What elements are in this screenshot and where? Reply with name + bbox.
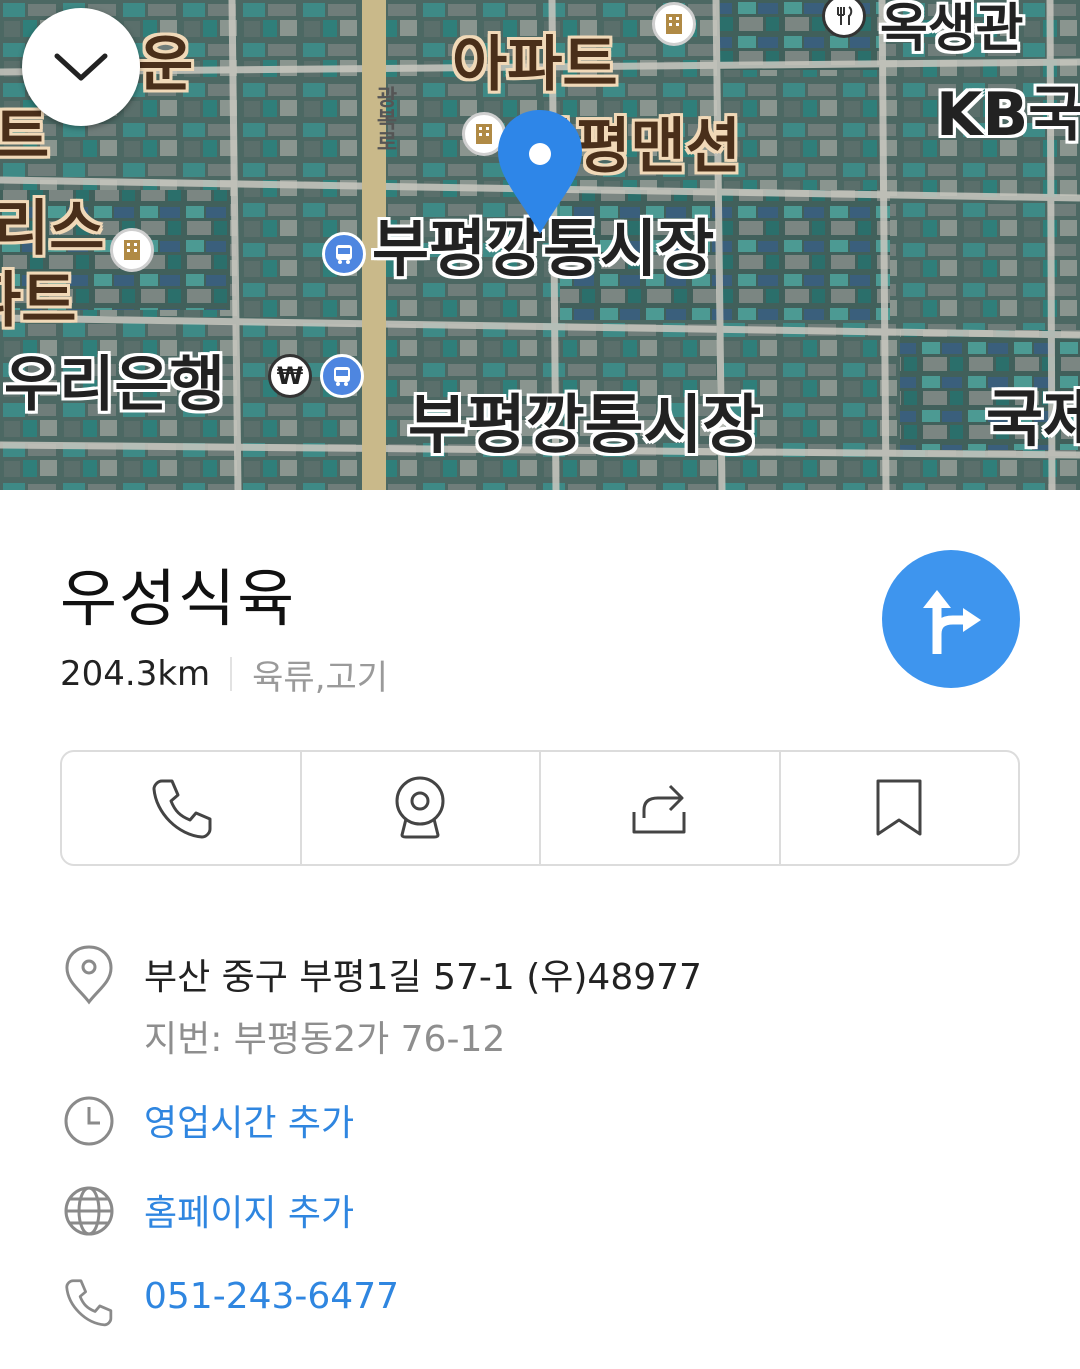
location-pin-outline-icon	[65, 945, 113, 1005]
map-label-apartment[interactable]: 아파트	[452, 16, 618, 103]
distance-text: 204.3km	[60, 654, 211, 694]
location-pin-icon[interactable]	[494, 108, 586, 238]
add-homepage-link[interactable]: 홈페이지 추가	[144, 1184, 354, 1236]
map-label-kb-bank[interactable]: KB국	[936, 66, 1080, 153]
map-label-okseong[interactable]: 옥생관	[880, 0, 1024, 61]
action-bar	[60, 750, 1020, 866]
bus-stop-icon[interactable]	[322, 232, 366, 276]
phone-icon	[65, 1279, 113, 1327]
road-address[interactable]: 부산 중구 부평1길 57-1 (우)48977	[144, 948, 702, 1000]
share-button[interactable]	[541, 752, 781, 864]
phone-number-link[interactable]: 051-243-6477	[144, 1276, 399, 1317]
globe-icon	[64, 1186, 114, 1236]
bookmark-button[interactable]	[781, 752, 1019, 864]
place-meta: 204.3km 육류,고기	[60, 652, 389, 698]
bank-poi-icon[interactable]: ₩	[268, 354, 312, 398]
map-label-woori-bank[interactable]: 우리은행	[4, 336, 225, 423]
roadview-icon	[395, 776, 445, 839]
collapse-button[interactable]	[22, 8, 140, 126]
share-icon	[632, 784, 686, 834]
jibun-address[interactable]: 지번: 부평동2가 76-12	[144, 1010, 505, 1062]
map-label-left-pateu[interactable]: 파트	[0, 252, 76, 339]
map-label-gukje[interactable]: 국제	[986, 368, 1080, 458]
meta-divider	[230, 657, 233, 691]
directions-arrow-icon	[923, 590, 981, 654]
bus-stop-icon[interactable]	[320, 354, 364, 398]
map-road-label: 광복로	[372, 86, 397, 152]
building-poi-icon[interactable]	[652, 2, 696, 46]
add-hours-link[interactable]: 영업시간 추가	[144, 1094, 354, 1146]
building-poi-icon[interactable]	[110, 228, 154, 272]
map-view[interactable]: 아파트 옥생관 KB국 부평맨션 부평깡통시장 우리은행 부평깡통시장 국제 운…	[0, 0, 1080, 490]
chevron-down-icon	[54, 53, 108, 81]
phone-icon	[152, 779, 212, 839]
call-button[interactable]	[62, 752, 302, 864]
bookmark-icon	[876, 779, 922, 836]
map-label-left-un[interactable]: 운	[138, 16, 193, 103]
map-label-market-lower[interactable]: 부평깡통시장	[408, 374, 761, 466]
directions-button[interactable]	[882, 550, 1020, 688]
place-name: 우성식육	[60, 562, 297, 635]
clock-icon	[64, 1096, 114, 1146]
roadview-button[interactable]	[302, 752, 541, 864]
category-text: 육류,고기	[252, 657, 389, 698]
